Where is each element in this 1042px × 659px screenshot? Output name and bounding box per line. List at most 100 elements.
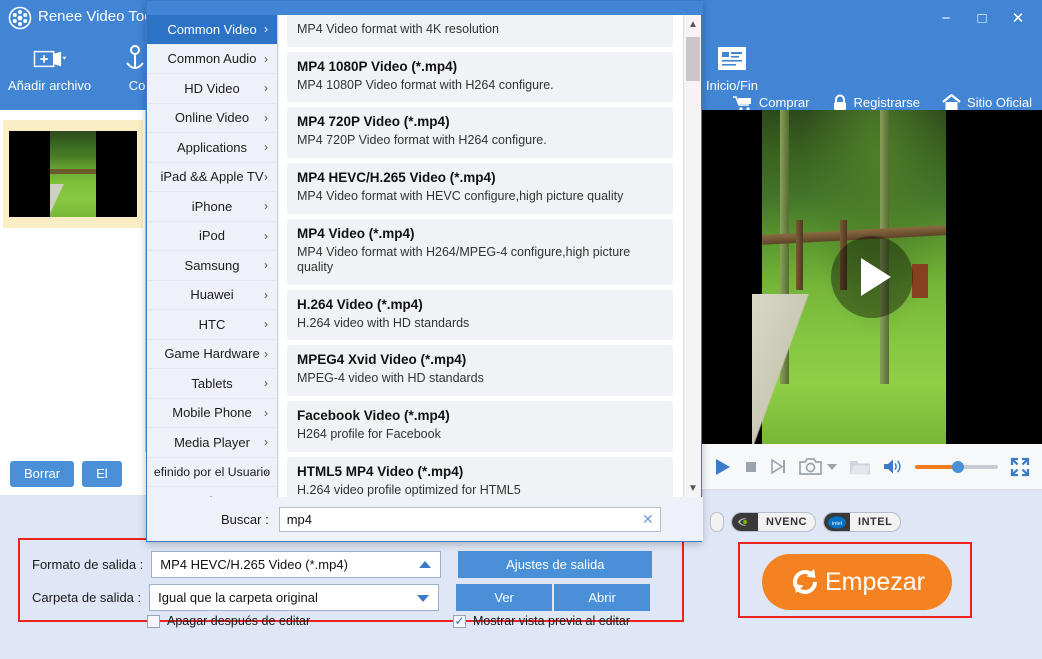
category-item-common-video[interactable]: Common Video› bbox=[147, 15, 277, 45]
format-item-description: MPEG-4 video with HD standards bbox=[297, 371, 663, 387]
search-input[interactable] bbox=[279, 507, 661, 532]
chevron-right-icon: › bbox=[264, 52, 268, 66]
official-site-link[interactable]: Sitio Oficial bbox=[942, 94, 1032, 111]
category-label: efinido por el Usuario bbox=[154, 465, 270, 479]
category-list: Common Video›Common Audio›HD Video›Onlin… bbox=[147, 15, 278, 497]
register-link[interactable]: Registrarse bbox=[832, 94, 920, 111]
clear-search-icon[interactable]: ✕ bbox=[642, 511, 654, 528]
category-item-ipod[interactable]: iPod› bbox=[147, 222, 277, 252]
format-item[interactable]: MP4 720P Video (*.mp4)MP4 720P Video for… bbox=[287, 107, 673, 158]
category-item-game-hardware[interactable]: Game Hardware› bbox=[147, 340, 277, 370]
badge-partial[interactable] bbox=[710, 512, 724, 532]
format-item[interactable]: MP4 Video (*.mp4)MP4 Video format with H… bbox=[287, 219, 673, 285]
format-item-description: H.264 video profile optimized for HTML5 bbox=[297, 483, 663, 497]
format-item[interactable]: MP4 1080P Video (*.mp4)MP4 1080P Video f… bbox=[287, 52, 673, 103]
trim-button[interactable]: Inicio/Fin bbox=[706, 44, 758, 93]
preview-checkbox[interactable]: Mostrar vista previa al editar bbox=[453, 614, 630, 628]
category-item-reciente[interactable]: Reciente› bbox=[147, 487, 277, 497]
format-item-description: H.264 video with HD standards bbox=[297, 316, 663, 332]
category-item-mobile-phone[interactable]: Mobile Phone› bbox=[147, 399, 277, 429]
next-frame-icon[interactable] bbox=[770, 458, 787, 475]
delete-button[interactable]: Borrar bbox=[10, 461, 74, 487]
chevron-down-icon bbox=[417, 595, 429, 602]
shutdown-checkbox-box[interactable] bbox=[147, 615, 160, 628]
category-label: HTC bbox=[199, 317, 226, 332]
minimize-button[interactable]: − bbox=[928, 4, 964, 32]
chevron-right-icon: › bbox=[264, 170, 268, 184]
shutdown-checkbox-label: Apagar después de editar bbox=[167, 614, 310, 628]
format-item[interactable]: MP4 HEVC/H.265 Video (*.mp4)MP4 Video fo… bbox=[287, 163, 673, 214]
nvenc-badge[interactable]: NVENC bbox=[731, 512, 816, 532]
list-item[interactable] bbox=[3, 120, 143, 228]
format-item-name: MPEG4 Xvid Video (*.mp4) bbox=[297, 352, 663, 367]
category-label: Common Video bbox=[167, 22, 256, 37]
category-item-applications[interactable]: Applications› bbox=[147, 133, 277, 163]
preview-checkbox-box[interactable] bbox=[453, 615, 466, 628]
volume-knob[interactable] bbox=[952, 461, 964, 473]
format-item-description: MP4 Video format with 4K resolution bbox=[297, 22, 663, 38]
film-reel-icon bbox=[8, 6, 32, 30]
category-label: Game Hardware bbox=[164, 346, 259, 361]
format-item[interactable]: MPEG4 Xvid Video (*.mp4) MPEG-4 video wit… bbox=[287, 345, 673, 396]
scroll-up-icon[interactable]: ▲ bbox=[684, 15, 701, 33]
output-settings-button[interactable]: Ajustes de salida bbox=[458, 551, 652, 578]
close-button[interactable]: ✕ bbox=[1000, 4, 1036, 32]
category-item-efinido-por-el-usuario[interactable]: efinido por el Usuario› bbox=[147, 458, 277, 488]
category-item-common-audio[interactable]: Common Audio› bbox=[147, 45, 277, 75]
scrollbar-thumb[interactable] bbox=[686, 37, 700, 81]
format-item[interactable]: MP4 Video format with 4K resolution bbox=[287, 15, 673, 47]
category-item-hd-video[interactable]: HD Video› bbox=[147, 74, 277, 104]
application-window: Renee Video Too − □ ✕ Añadir archivo bbox=[0, 0, 1042, 659]
output-folder-row: Carpeta de salida : Igual que la carpeta… bbox=[32, 584, 650, 611]
maximize-button[interactable]: □ bbox=[964, 4, 1000, 32]
volume-slider[interactable] bbox=[915, 465, 998, 469]
open-button[interactable]: Abrir bbox=[554, 584, 650, 611]
category-label: Tablets bbox=[191, 376, 232, 391]
second-list-button[interactable]: El bbox=[82, 461, 122, 487]
official-site-label: Sitio Oficial bbox=[967, 95, 1032, 110]
stop-icon[interactable] bbox=[744, 460, 758, 474]
path bbox=[752, 294, 872, 444]
snapshot-dropdown-icon[interactable] bbox=[827, 463, 837, 471]
window-controls: − □ ✕ bbox=[928, 4, 1036, 32]
chevron-right-icon: › bbox=[264, 435, 268, 449]
category-item-tablets[interactable]: Tablets› bbox=[147, 369, 277, 399]
category-item-samsung[interactable]: Samsung› bbox=[147, 251, 277, 281]
category-label: Samsung bbox=[185, 258, 240, 273]
format-scroll-area: MP4 Video format with 4K resolution MP4 1… bbox=[279, 15, 681, 497]
output-folder-value: Igual que la carpeta original bbox=[158, 590, 318, 605]
format-item-description: MP4 1080P Video format with H264 configu… bbox=[297, 78, 663, 94]
output-folder-select[interactable]: Igual que la carpeta original bbox=[149, 584, 439, 611]
format-item-description: H264 profile for Facebook bbox=[297, 427, 663, 443]
intel-badge[interactable]: intel INTEL bbox=[823, 512, 901, 532]
nvidia-icon bbox=[732, 513, 758, 531]
format-item[interactable]: HTML5 MP4 Video (*.mp4)H.264 video profi… bbox=[287, 457, 673, 497]
trim-icon bbox=[715, 44, 749, 74]
snapshot-icon[interactable] bbox=[799, 457, 823, 476]
category-item-media-player[interactable]: Media Player› bbox=[147, 428, 277, 458]
buy-link[interactable]: Comprar bbox=[733, 95, 810, 111]
scroll-down-icon[interactable]: ▼ bbox=[684, 479, 701, 497]
category-item-ipad-apple-tv[interactable]: iPad && Apple TV› bbox=[147, 163, 277, 193]
play-circle-icon[interactable] bbox=[831, 236, 913, 318]
volume-icon[interactable] bbox=[883, 458, 903, 475]
add-file-icon bbox=[33, 44, 67, 74]
category-item-online-video[interactable]: Online Video› bbox=[147, 104, 277, 134]
category-item-huawei[interactable]: Huawei› bbox=[147, 281, 277, 311]
shutdown-checkbox[interactable]: Apagar después de editar bbox=[147, 614, 310, 628]
start-button[interactable]: Empezar bbox=[762, 554, 952, 610]
view-button[interactable]: Ver bbox=[456, 584, 552, 611]
output-format-value: MP4 HEVC/H.265 Video (*.mp4) bbox=[160, 557, 348, 572]
folder-icon[interactable] bbox=[849, 458, 871, 476]
format-scrollbar[interactable]: ▲ ▼ bbox=[683, 15, 701, 497]
format-item[interactable]: H.264 Video (*.mp4)H.264 video with HD s… bbox=[287, 290, 673, 341]
category-item-iphone[interactable]: iPhone› bbox=[147, 192, 277, 222]
add-file-button[interactable]: Añadir archivo bbox=[8, 44, 91, 93]
play-icon[interactable] bbox=[714, 458, 732, 476]
output-format-select[interactable]: MP4 HEVC/H.265 Video (*.mp4) bbox=[151, 551, 441, 578]
format-item[interactable]: Facebook Video (*.mp4)H264 profile for F… bbox=[287, 401, 673, 452]
category-item-htc[interactable]: HTC› bbox=[147, 310, 277, 340]
chevron-right-icon: › bbox=[264, 465, 268, 479]
video-preview[interactable] bbox=[702, 110, 1042, 444]
fullscreen-icon[interactable] bbox=[1010, 457, 1030, 477]
